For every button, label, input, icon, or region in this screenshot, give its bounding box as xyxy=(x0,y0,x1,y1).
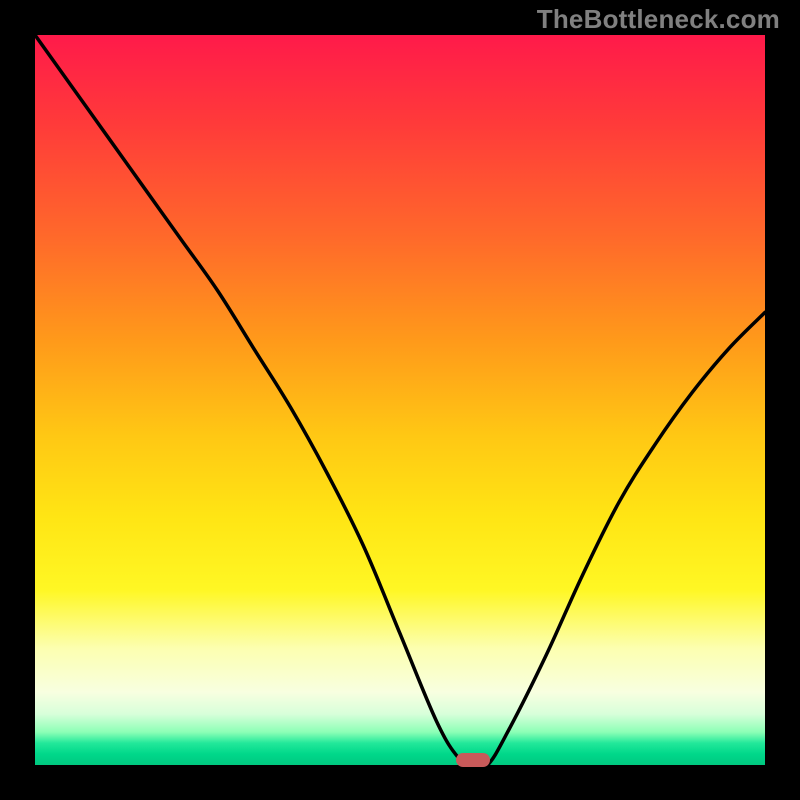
outer-frame: TheBottleneck.com xyxy=(0,0,800,800)
plot-area xyxy=(35,35,765,765)
curve-svg xyxy=(35,35,765,765)
optimal-marker xyxy=(456,753,489,767)
watermark-text: TheBottleneck.com xyxy=(537,4,780,35)
bottleneck-curve xyxy=(35,35,765,765)
